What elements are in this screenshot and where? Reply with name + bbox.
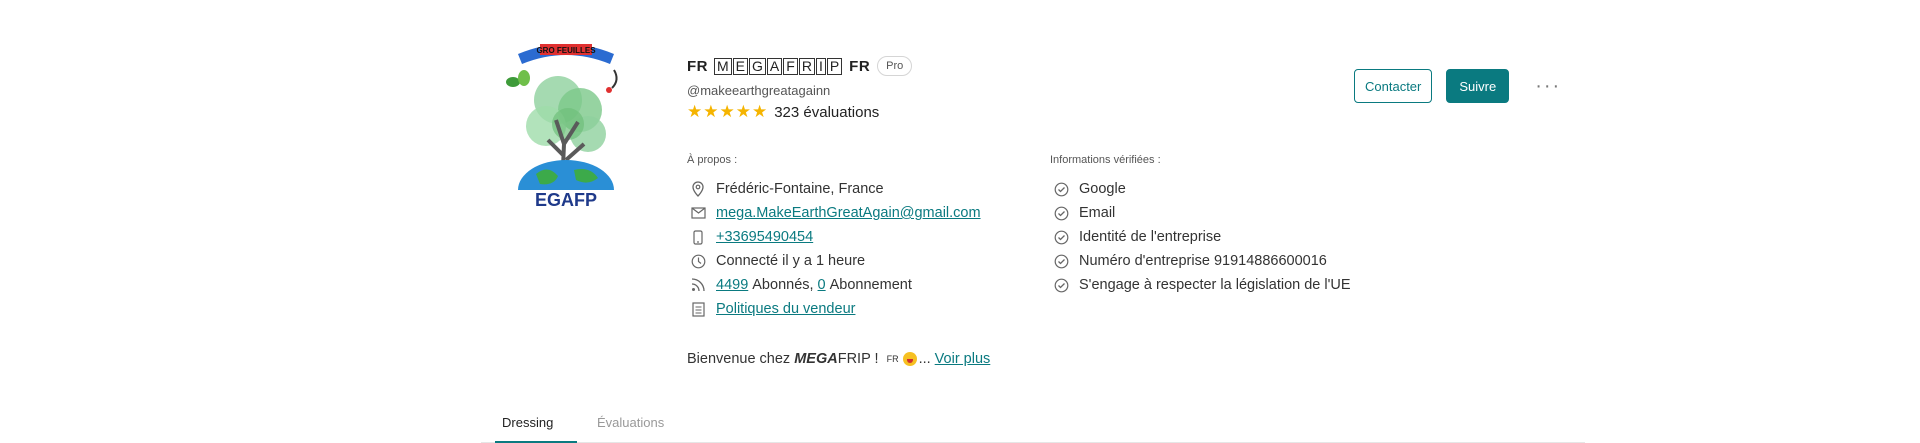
profile-actions: Contacter Suivre ···	[1354, 69, 1561, 103]
bio-frip: FRIP !	[837, 351, 883, 367]
shop-avatar[interactable]: GRO FEUILLES EGAFP	[488, 40, 644, 210]
check-circle-icon	[1053, 253, 1069, 269]
shop-name-boxed: M E G A F R I P	[714, 57, 843, 75]
name-letter: I	[815, 57, 826, 75]
last-seen-text: Connecté il y a 1 heure	[716, 253, 866, 269]
about-title: À propos :	[687, 154, 738, 166]
name-letter: E	[732, 57, 749, 75]
followers-label: Abonnés,	[752, 277, 814, 293]
flag-left: FR	[687, 57, 708, 75]
avatar-banner-text: GRO FEUILLES	[536, 46, 596, 55]
verified-item: Numéro d'entreprise 91914886600016	[1053, 249, 1351, 273]
verified-title: Informations vérifiées :	[1050, 154, 1161, 166]
email-link[interactable]: mega.MakeEarthGreatAgain@gmail.com	[716, 205, 981, 221]
location-pin-icon	[690, 181, 706, 197]
contact-button[interactable]: Contacter	[1354, 69, 1433, 103]
bio-flag: FR	[886, 354, 899, 364]
verified-item: Email	[1053, 201, 1351, 225]
avatar-logo-text: EGAFP	[535, 190, 597, 210]
phone-icon	[690, 229, 706, 245]
name-letter: A	[766, 57, 783, 75]
pro-badge: Pro	[877, 56, 913, 76]
follow-button[interactable]: Suivre	[1446, 69, 1510, 103]
shop-bio: Bienvenue chez MEGA FRIP ! FR ... Voir p…	[687, 351, 990, 367]
followers-row: 4499 Abonnés, 0 Abonnement	[690, 273, 981, 297]
avatar-image: GRO FEUILLES EGAFP	[506, 44, 618, 210]
following-count-link[interactable]: 0	[818, 277, 826, 293]
location-text: Frédéric-Fontaine, France	[716, 181, 884, 197]
verified-item-label: Email	[1079, 205, 1116, 221]
check-circle-icon	[1053, 277, 1069, 293]
tab-dressing-label: Dressing	[502, 415, 554, 430]
mail-icon	[690, 205, 706, 221]
flag-right: FR	[849, 57, 871, 75]
phone-row: +33695490454	[690, 225, 981, 249]
tab-dressing[interactable]: Dressing	[495, 415, 577, 443]
more-options-icon[interactable]: ···	[1535, 75, 1561, 98]
username-handle: @makeearthgreatagainn	[687, 83, 831, 98]
check-circle-icon	[1053, 229, 1069, 245]
check-circle-icon	[1053, 205, 1069, 221]
verified-list: Google Email Identité de l'entreprise Nu…	[1053, 177, 1351, 297]
tab-reviews[interactable]: Évaluations	[577, 415, 664, 443]
check-circle-icon	[1053, 181, 1069, 197]
policies-row: Politiques du vendeur	[690, 297, 981, 321]
location-row: Frédéric-Fontaine, France	[690, 177, 981, 201]
email-row: mega.MakeEarthGreatAgain@gmail.com	[690, 201, 981, 225]
name-letter: M	[714, 57, 732, 75]
profile-header: FR M E G A F R I P FR Pro @makeearthgrea…	[687, 54, 913, 122]
laughing-emoji-icon	[902, 352, 917, 366]
verified-item-label: S'engage à respecter la législation de l…	[1079, 277, 1351, 293]
bio-ellipsis: ...	[918, 351, 931, 367]
bio-prefix: Bienvenue chez	[687, 351, 795, 367]
followers-count-link[interactable]: 4499	[716, 277, 748, 293]
verified-item-label: Google	[1079, 181, 1126, 197]
tab-reviews-label: Évaluations	[597, 415, 665, 430]
name-letter: F	[783, 57, 798, 75]
verified-item: Identité de l'entreprise	[1053, 225, 1351, 249]
name-letter: P	[826, 57, 843, 75]
seller-policies-link[interactable]: Politiques du vendeur	[716, 301, 855, 317]
name-letter: R	[798, 57, 815, 75]
rating-count[interactable]: 323 évaluations	[774, 104, 879, 121]
rss-icon	[690, 277, 706, 293]
rating[interactable]: ★★★★★ 323 évaluations	[687, 102, 912, 122]
rating-stars-icon: ★★★★★	[687, 102, 769, 121]
about-list: Frédéric-Fontaine, France mega.MakeEarth…	[690, 177, 981, 321]
name-letter: G	[749, 57, 766, 75]
following-label: Abonnement	[829, 277, 912, 293]
verified-item-label: Numéro d'entreprise 91914886600016	[1079, 253, 1327, 269]
profile-tabs: Dressing Évaluations	[481, 410, 1585, 443]
bio-mega: MEGA	[794, 351, 838, 367]
shop-name: FR M E G A F R I P FR Pro	[687, 54, 913, 78]
verified-item: Google	[1053, 177, 1351, 201]
last-seen-row: Connecté il y a 1 heure	[690, 249, 981, 273]
verified-item: S'engage à respecter la législation de l…	[1053, 273, 1351, 297]
phone-link[interactable]: +33695490454	[716, 229, 813, 245]
see-more-link[interactable]: Voir plus	[935, 351, 991, 367]
clock-icon	[690, 253, 706, 269]
document-icon	[690, 301, 706, 317]
verified-item-label: Identité de l'entreprise	[1079, 229, 1222, 245]
